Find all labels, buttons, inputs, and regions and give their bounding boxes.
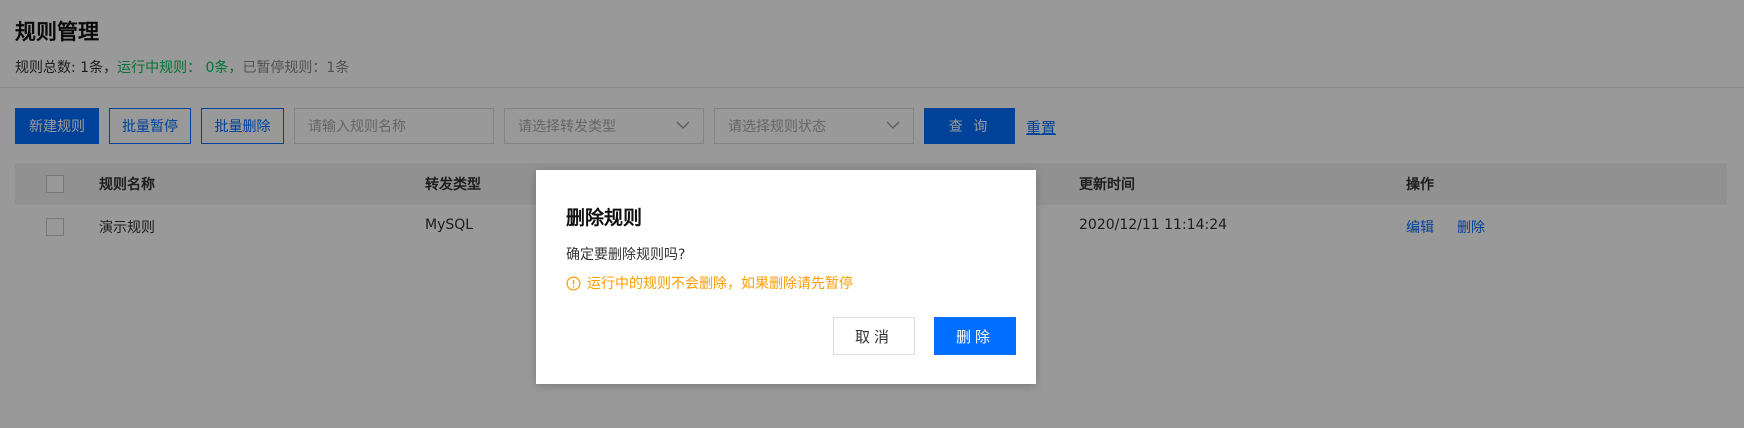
cancel-button[interactable]: 取消 <box>833 317 915 355</box>
dialog-warning: 运行中的规则不会删除，如果删除请先暂停 <box>566 273 853 293</box>
warning-text: 运行中的规则不会删除，如果删除请先暂停 <box>587 276 853 292</box>
dialog-message: 确定要删除规则吗? <box>566 247 686 263</box>
delete-rule-dialog: 删除规则 确定要删除规则吗? 运行中的规则不会删除，如果删除请先暂停 取消 删除 <box>536 170 1036 384</box>
confirm-delete-button[interactable]: 删除 <box>934 317 1016 355</box>
warning-circle-icon <box>566 276 581 290</box>
dialog-title: 删除规则 <box>566 207 643 229</box>
